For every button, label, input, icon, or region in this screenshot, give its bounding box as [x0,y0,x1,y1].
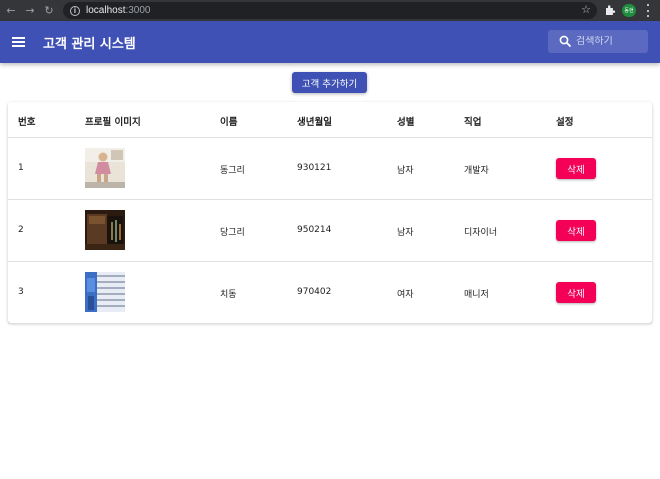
profile-image [85,210,125,250]
browser-toolbar: ← → ↻ i localhost:3000 ☆ 동현 [0,0,660,21]
cell-id: 2 [18,225,24,235]
cell-birthday: 970402 [297,287,332,297]
table-row: 2 당그리 950214 남자 디자이너 삭제 [8,200,652,262]
cell-job: 디자이너 [464,228,498,238]
cell-job: 매니저 [464,290,489,300]
header-job: 직업 [464,117,482,128]
cell-name: 당그리 [220,228,245,238]
app-title: 고객 관리 시스템 [43,37,136,52]
cell-birthday: 930121 [297,163,332,173]
table-header-row: 번호 프로필 이미지 이름 생년월일 성별 직업 설정 [8,102,652,138]
profile-avatar[interactable]: 동현 [622,4,636,17]
cell-gender: 여자 [397,290,414,300]
delete-button[interactable]: 삭제 [556,158,596,179]
header-id: 번호 [18,117,36,128]
cell-name: 치동 [220,290,237,300]
search-input[interactable] [576,36,646,47]
header-gender: 성별 [397,117,415,128]
header-profile-image: 프로필 이미지 [85,117,141,128]
search-icon [559,35,572,48]
cell-job: 개발자 [464,166,489,176]
cell-id: 3 [18,287,24,297]
delete-button[interactable]: 삭제 [556,282,596,303]
browser-menu-icon[interactable] [646,4,650,17]
header-settings: 설정 [556,117,574,128]
cell-id: 1 [18,163,24,173]
menu-icon[interactable] [12,37,25,47]
cell-name: 동그리 [220,166,245,176]
back-icon[interactable]: ← [3,3,19,19]
cell-gender: 남자 [397,228,414,238]
customer-table: 번호 프로필 이미지 이름 생년월일 성별 직업 설정 1 동그리 930121… [8,102,652,324]
header-name: 이름 [220,117,238,128]
app-bar: 고객 관리 시스템 [0,21,660,63]
forward-icon[interactable]: → [22,3,38,19]
table-row: 3 치동 970402 여자 매니저 삭제 [8,262,652,324]
reload-icon[interactable]: ↻ [41,3,57,19]
bookmark-star-icon[interactable]: ☆ [581,3,591,16]
profile-image [85,272,125,312]
add-customer-button[interactable]: 고객 추가하기 [292,72,367,93]
cell-gender: 남자 [397,166,414,176]
delete-button[interactable]: 삭제 [556,220,596,241]
url-text: localhost:3000 [86,5,151,16]
header-birthday: 생년월일 [297,117,332,128]
extensions-icon[interactable] [604,4,616,16]
profile-image [85,148,125,188]
cell-birthday: 950214 [297,225,332,235]
address-bar[interactable]: i localhost:3000 ☆ [63,2,597,19]
table-row: 1 동그리 930121 남자 개발자 삭제 [8,138,652,200]
site-info-icon[interactable]: i [70,5,80,16]
search-box[interactable] [548,30,648,53]
